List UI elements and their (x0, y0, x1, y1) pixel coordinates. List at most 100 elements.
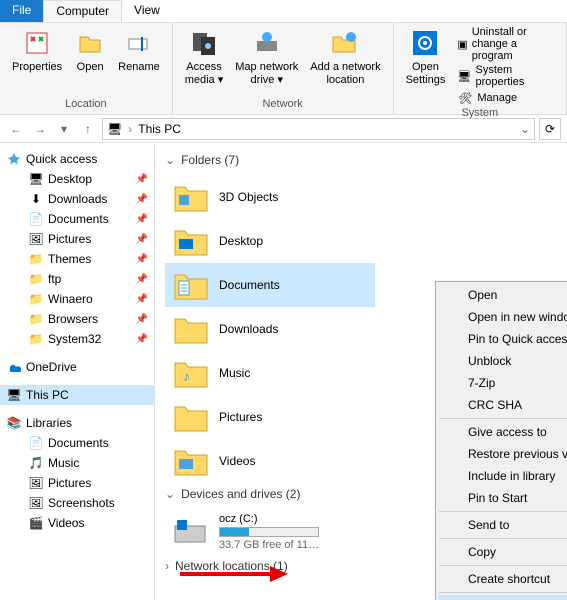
sidebar-item-ftp[interactable]: 📁ftp📌 (0, 269, 154, 289)
sidebar-lib-music[interactable]: 🎵Music (0, 453, 154, 473)
chevron-right-icon: › (165, 559, 169, 573)
folder-videos[interactable]: Videos (165, 439, 375, 483)
folder-pictures[interactable]: Pictures (165, 395, 375, 439)
drive-icon (171, 514, 211, 550)
ribbon-open[interactable]: Open (68, 25, 112, 76)
context-item-pin-to-quick-access[interactable]: Pin to Quick access (438, 328, 567, 350)
tab-file[interactable]: File (0, 0, 43, 22)
context-menu: OpenOpen in new windowPin to Quick acces… (435, 281, 567, 600)
ribbon-access-media[interactable]: Access media ▾ (179, 25, 230, 89)
context-item-open[interactable]: Open (438, 284, 567, 306)
sidebar-lib-documents[interactable]: 📄Documents (0, 433, 154, 453)
context-item-properties[interactable]: Properties (438, 595, 567, 600)
drive-usage-bar (219, 527, 319, 537)
context-item-crc-sha[interactable]: CRC SHA› (438, 394, 567, 416)
annotation-arrow (180, 564, 290, 587)
tab-computer[interactable]: Computer (43, 0, 122, 22)
ribbon-map-drive[interactable]: Map network drive ▾ (229, 25, 304, 89)
onedrive-icon (6, 359, 22, 375)
ribbon-group-network: Access media ▾ Map network drive ▾ Add a… (173, 23, 394, 114)
sidebar-item-desktop[interactable]: 🖥Desktop📌 (0, 169, 154, 189)
map-drive-icon (251, 27, 283, 59)
context-separator (439, 538, 567, 539)
ribbon-manage[interactable]: 🛠Manage (451, 89, 560, 107)
folders-section-header[interactable]: ⌄ Folders (7) (165, 153, 557, 167)
address-text: This PC (138, 122, 181, 136)
documents-icon: 📄 (28, 435, 44, 451)
ribbon-add-location[interactable]: Add a network location (304, 25, 386, 89)
address-bar: ← → ▾ ↑ 🖥 › This PC ⌄ ⟳ (0, 115, 567, 143)
drive-c[interactable]: ocz (C:) 33.7 GB free of 11… (171, 513, 319, 551)
sidebar-item-documents[interactable]: 📄Documents📌 (0, 209, 154, 229)
ribbon-properties[interactable]: Properties (6, 25, 68, 76)
sidebar-item-pictures[interactable]: 🖼Pictures📌 (0, 229, 154, 249)
context-item-give-access-to[interactable]: Give access to› (438, 421, 567, 443)
nav-recent-dropdown[interactable]: ▾ (54, 119, 74, 139)
context-item-open-in-new-window[interactable]: Open in new window (438, 306, 567, 328)
context-item-7-zip[interactable]: 7-Zip› (438, 372, 567, 394)
sidebar-item-downloads[interactable]: ⬇Downloads📌 (0, 189, 154, 209)
folder-icon: 📁 (28, 271, 44, 287)
context-item-restore-previous-versions[interactable]: Restore previous versions (438, 443, 567, 465)
pin-icon: 📌 (136, 274, 148, 285)
ribbon-uninstall[interactable]: ▣Uninstall or change a program (451, 25, 560, 63)
rename-icon (123, 27, 155, 59)
context-separator (439, 565, 567, 566)
sidebar-lib-videos[interactable]: 🎬Videos (0, 513, 154, 533)
context-separator (439, 511, 567, 512)
folder-documents[interactable]: Documents (165, 263, 375, 307)
svg-text:♪: ♪ (183, 368, 190, 384)
sysprops-icon: 🖥 (457, 68, 471, 84)
sidebar-lib-screenshots[interactable]: 🖼Screenshots (0, 493, 154, 513)
context-item-create-shortcut[interactable]: Create shortcut (438, 568, 567, 590)
sidebar-lib-pictures[interactable]: 🖼Pictures (0, 473, 154, 493)
context-item-unblock[interactable]: Unblock› (438, 350, 567, 372)
context-item-copy[interactable]: Copy (438, 541, 567, 563)
ribbon-rename[interactable]: Rename (112, 25, 166, 76)
refresh-button[interactable]: ⟳ (539, 118, 561, 140)
libraries-icon: 📚 (6, 415, 22, 431)
pictures-icon: 🖼 (28, 495, 44, 511)
folder-icon: ♪ (171, 355, 211, 391)
ribbon-open-settings[interactable]: Open Settings (400, 25, 452, 89)
chevron-down-icon: ⌄ (165, 487, 175, 501)
folder-music[interactable]: ♪Music (165, 351, 375, 395)
menu-tabs: File Computer View (0, 0, 567, 23)
folder-icon (171, 443, 211, 479)
explorer-body: Quick access 🖥Desktop📌 ⬇Downloads📌 📄Docu… (0, 143, 567, 600)
sidebar-onedrive[interactable]: OneDrive (0, 357, 154, 377)
context-item-pin-to-start[interactable]: Pin to Start (438, 487, 567, 509)
address-field[interactable]: 🖥 › This PC ⌄ (102, 118, 535, 140)
folder-downloads[interactable]: Downloads (165, 307, 375, 351)
folder-desktop[interactable]: Desktop (165, 219, 375, 263)
folder-icon: 📁 (28, 251, 44, 267)
sidebar-this-pc[interactable]: 🖥This PC (0, 385, 154, 405)
music-icon: 🎵 (28, 455, 44, 471)
nav-back[interactable]: ← (6, 119, 26, 139)
pin-icon: 📌 (136, 254, 148, 265)
context-separator (439, 592, 567, 593)
sidebar-item-system32[interactable]: 📁System32📌 (0, 329, 154, 349)
sidebar-quick-access[interactable]: Quick access (0, 149, 154, 169)
desktop-icon: 🖥 (28, 171, 44, 187)
context-separator (439, 418, 567, 419)
drive-status: 33.7 GB free of 11… (219, 539, 319, 551)
drive-label: ocz (C:) (219, 513, 319, 525)
thispc-icon: 🖥 (6, 387, 22, 403)
documents-icon: 📄 (28, 211, 44, 227)
sidebar-libraries[interactable]: 📚Libraries (0, 413, 154, 433)
folder-3d-objects[interactable]: 3D Objects (165, 175, 375, 219)
ribbon-group-label: Location (6, 98, 166, 112)
context-item-include-in-library[interactable]: Include in library› (438, 465, 567, 487)
nav-up[interactable]: ↑ (78, 119, 98, 139)
ribbon-group-label: Network (179, 98, 387, 112)
sidebar-item-themes[interactable]: 📁Themes📌 (0, 249, 154, 269)
sidebar-item-browsers[interactable]: 📁Browsers📌 (0, 309, 154, 329)
sidebar-item-winaero[interactable]: 📁Winaero📌 (0, 289, 154, 309)
folder-icon: 📁 (28, 291, 44, 307)
add-location-icon (329, 27, 361, 59)
tab-view[interactable]: View (122, 0, 172, 22)
ribbon-sysprops[interactable]: 🖥System properties (451, 63, 560, 89)
nav-forward[interactable]: → (30, 119, 50, 139)
context-item-send-to[interactable]: Send to› (438, 514, 567, 536)
